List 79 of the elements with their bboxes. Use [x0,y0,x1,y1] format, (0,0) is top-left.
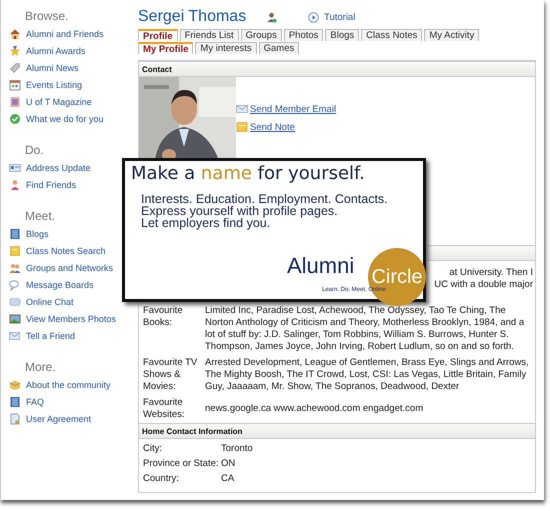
chat-bubble-icon [9,296,21,308]
tab[interactable]: My Activity [424,29,480,41]
tab[interactable]: Groups [240,29,282,41]
picture-icon [9,312,21,324]
speech-bubble-icon [9,278,21,290]
field-value: Toronto [221,442,253,456]
sidebar-link[interactable]: Alumni Awards [9,42,132,59]
about-text: at University. Then I [449,267,533,279]
sidebar-link[interactable]: What we do for you [9,110,132,127]
note-icon [9,244,21,256]
subtab[interactable]: Games [258,42,300,54]
field-label: Province or State: [143,457,220,471]
house-icon [9,28,21,40]
note-icon [236,121,248,133]
envelope-icon [236,103,248,115]
contact-link[interactable]: Send Note [236,121,336,133]
user-icon[interactable] [266,12,277,22]
sidebar-link[interactable]: Class Notes Search [9,242,132,259]
sidebar-link[interactable]: Online Chat [9,293,132,310]
book-icon [9,228,21,240]
section-heading: Browse. [24,8,70,25]
star-icon [9,44,21,56]
document-icon [9,412,21,424]
tab[interactable]: Photos [284,29,324,41]
sidebar-link[interactable]: Tell a Friend [9,327,132,344]
envelope-icon [9,330,21,342]
card-icon [9,162,21,174]
sidebar-link[interactable]: User Agreement [9,410,132,427]
promo-headline: Make a name for yourself. [131,163,366,184]
contact-link[interactable]: Send Member Email [236,103,336,115]
field-label: City: [143,442,163,456]
sidebar-link[interactable]: View Members Photos [9,310,132,327]
sidebar-link[interactable]: Groups and Networks [9,259,132,276]
member-name: Sergei Thomas [138,8,248,26]
sidebar-link[interactable]: Alumni and Friends [9,25,132,42]
about-text: UC with a double major [434,279,533,291]
sidebar-link[interactable]: Address Update [9,159,132,176]
field-label: Favourite TV Shows & Movies: [143,357,198,393]
sidebar-link[interactable]: Message Boards [9,276,132,293]
field-value: CA [221,472,234,486]
magazine-icon [9,96,21,108]
book-icon [9,396,21,408]
field-value: Limited Inc, Paradise Lost, Achewood, The Odyssey, Tao Te Ching, The Norton Anthology of Criticism and Theory, Motherless Brooklyn, 1984, and a lot of stuff by: J.D. Salinger, Tom Robbins, William S. Burrows, Hunter S. Thompson, James Joyce, John Irving, Robert Ludlum, so on and so forth. [205,305,526,353]
play-icon [308,12,319,22]
sidebar-link[interactable]: FAQ [9,393,132,410]
promo-text: Express yourself with profile pages. [141,205,339,217]
field-label: Favourite Websites: [143,397,186,421]
section-title: Home Contact Information [142,426,242,436]
promo-text: Interests. Education. Employment. Contacts. [141,193,389,205]
sidebar-link[interactable]: Alumni News [9,59,132,76]
subtab[interactable]: My Profile [138,42,194,54]
promo-text: Let employers find you. [141,217,270,229]
field-value: Arrested Development, League of Gentlemen, Brass Eye, Slings and Arrows, The Mighty Boosh, The IT Crowd, Lost, CSI: Las Vegas, Little Britain, Family Guy, Jaaaaam, Mr. Show, The Sopranos, Deadwood, Dexter [205,357,530,393]
section-title: Contact [142,64,172,74]
sidebar-link[interactable]: About the community [9,376,132,393]
logo-wordmark: Alumni [287,253,354,279]
people-icon [9,262,21,274]
section-heading: More. [24,359,57,376]
box-icon [9,378,21,390]
tab[interactable]: Friends List [180,29,239,41]
person-icon [9,178,21,190]
tag-icon [9,62,21,74]
sidebar-link[interactable]: U of T Magazine [9,93,132,110]
subtab[interactable]: My interests [195,42,257,54]
sidebar-link[interactable]: Find Friends [9,176,132,193]
sidebar-link[interactable]: Blogs [9,225,132,242]
check-icon [9,112,21,124]
tutorial-link[interactable]: Tutorial [308,12,356,22]
tab[interactable]: Blogs [325,29,360,41]
calendar-icon [9,78,21,90]
field-value: news.google.ca www.achewood.com engadget.com [205,402,424,416]
tab[interactable]: Class Notes [361,29,422,41]
field-label: Favourite Books: [143,305,184,330]
tab[interactable]: Profile [138,29,178,41]
sidebar-link[interactable]: Events Listing [9,76,132,93]
section-heading: Do. [24,142,45,159]
field-label: Country: [143,472,180,486]
field-value: ON [221,457,236,471]
section-heading: Meet. [24,208,56,225]
